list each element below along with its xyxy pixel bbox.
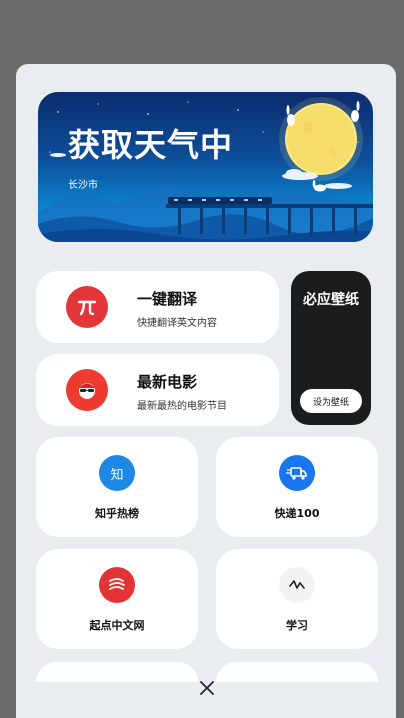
translate-title: 一键翻译 xyxy=(137,290,198,308)
kuaidi-card[interactable]: 快递100 xyxy=(216,437,378,537)
weather-title: 获取天气中 xyxy=(68,126,234,164)
kuaidi-label: 快递100 xyxy=(274,507,320,520)
translate-subtitle: 快捷翻译英文内容 xyxy=(137,318,217,329)
zhihu-glyph: 知 xyxy=(110,467,124,483)
movie-subtitle: 最新最热的电影节目 xyxy=(137,401,227,412)
qidian-label: 起点中文网 xyxy=(89,619,145,632)
weather-banner[interactable]: 获取天气中 长沙市 xyxy=(38,92,373,242)
study-label: 学习 xyxy=(286,619,308,632)
weather-illustration xyxy=(38,97,373,242)
qidian-icon xyxy=(99,567,135,603)
grid-card-partial-right xyxy=(216,662,378,682)
widget-sheet: 获取天气中 长沙市 一键翻译 快捷翻译英文内容 最新电影 最新最热的电影节目 必… xyxy=(16,64,396,718)
bing-wallpaper-card[interactable]: 必应壁纸 设为壁纸 xyxy=(291,271,371,425)
movie-card[interactable]: 最新电影 最新最热的电影节目 xyxy=(36,354,279,426)
movie-face-icon xyxy=(66,369,108,411)
grid-card-partial-left xyxy=(36,662,198,682)
pi-icon xyxy=(66,286,108,328)
weather-city: 长沙市 xyxy=(68,180,98,191)
delivery-truck-icon xyxy=(279,455,315,491)
close-icon[interactable] xyxy=(197,678,217,698)
zhihu-icon: 知 xyxy=(99,455,135,491)
movie-title: 最新电影 xyxy=(137,373,198,391)
set-wallpaper-button[interactable]: 设为壁纸 xyxy=(300,389,362,413)
study-card[interactable]: 学习 xyxy=(216,549,378,649)
qidian-card[interactable]: 起点中文网 xyxy=(36,549,198,649)
study-icon xyxy=(279,567,315,603)
wallpaper-title: 必应壁纸 xyxy=(303,292,359,308)
zhihu-label: 知乎热榜 xyxy=(95,507,139,520)
translate-card[interactable]: 一键翻译 快捷翻译英文内容 xyxy=(36,271,279,343)
zhihu-card[interactable]: 知 知乎热榜 xyxy=(36,437,198,537)
